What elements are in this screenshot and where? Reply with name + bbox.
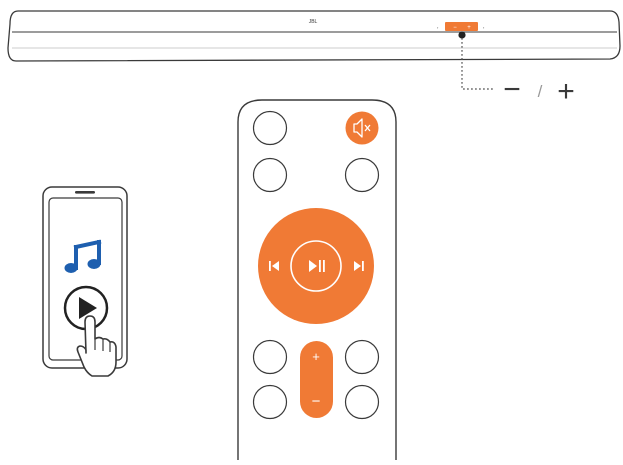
soundbar-logo: JBL (309, 19, 318, 25)
remote-top-left-button[interactable] (252, 110, 288, 146)
soundbar-volume-down-button-label: − (453, 25, 457, 31)
remote-lower-right-top-button[interactable] (344, 339, 380, 375)
soundbar-volume-buttons[interactable] (445, 22, 478, 31)
illustration: JBL › − + ‹ − / + + − (0, 0, 623, 460)
phone-speaker-slot (75, 191, 95, 194)
soundbar: JBL › − + ‹ − / + (7, 10, 621, 108)
smartphone (42, 186, 128, 377)
remote-volume-down-label: − (312, 393, 321, 410)
remote-source-left-button[interactable] (252, 157, 288, 193)
remote-lower-left-top-button[interactable] (252, 339, 288, 375)
remote-lower-left-bottom-button[interactable] (252, 384, 288, 420)
callout-minus-label: − (503, 73, 521, 106)
remote-source-right-button[interactable] (344, 157, 380, 193)
remote-volume-up-label: + (312, 349, 320, 364)
callout-slash-label: / (538, 82, 543, 101)
callout-plus-label: + (557, 75, 575, 108)
soundbar-volume-up-button-label: + (467, 25, 471, 31)
callout-dot (458, 31, 466, 39)
remote-lower-right-bottom-button[interactable] (344, 384, 380, 420)
remote-control: + − (237, 99, 397, 460)
